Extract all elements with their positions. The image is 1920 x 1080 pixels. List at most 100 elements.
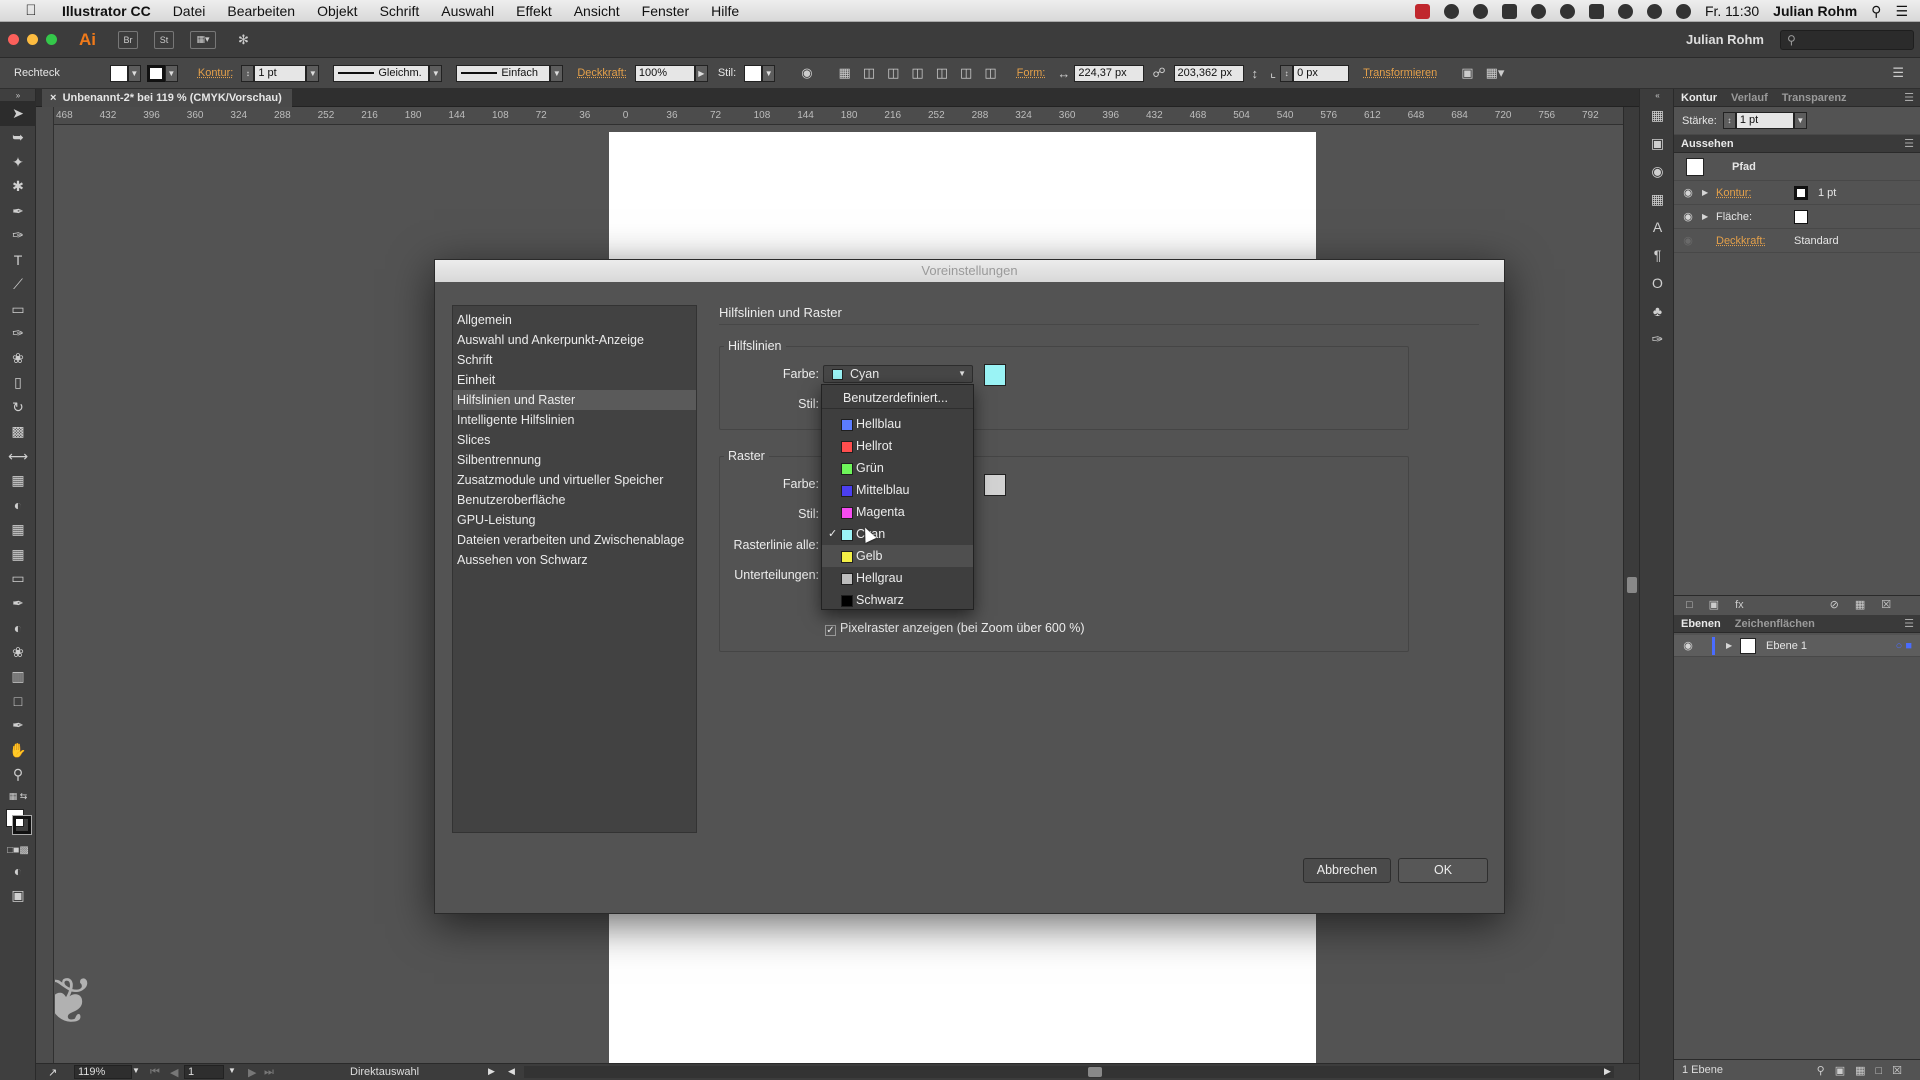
character-icon[interactable]: A bbox=[1640, 213, 1675, 241]
rectangle-tool-icon[interactable]: ▭ bbox=[0, 297, 36, 322]
appearance-fill-row[interactable]: ◉ ▶ Fläche: bbox=[1674, 205, 1920, 229]
properties-icon[interactable]: ▣ bbox=[1640, 129, 1675, 157]
default-colors-icon[interactable]: ▦ ⇆ bbox=[0, 787, 36, 805]
lasso-tool-icon[interactable]: ✱ bbox=[0, 175, 36, 200]
category-zusatzmodule[interactable]: Zusatzmodule und virtueller Speicher bbox=[453, 470, 696, 490]
align-left-icon[interactable]: ◫ bbox=[863, 65, 875, 81]
category-slices[interactable]: Slices bbox=[453, 430, 696, 450]
menu-schrift[interactable]: Schrift bbox=[369, 3, 431, 19]
vertical-scrollbar[interactable] bbox=[1623, 107, 1639, 1063]
gradient-tool-icon[interactable]: ▭ bbox=[0, 567, 36, 592]
menu-item-color[interactable]: Grün bbox=[822, 457, 973, 479]
brushes-icon[interactable]: ✑ bbox=[1640, 325, 1675, 353]
share-icon[interactable]: ↗ bbox=[48, 1066, 57, 1079]
category-einheit[interactable]: Einheit bbox=[453, 370, 696, 390]
paintbrush-tool-icon[interactable]: ✑ bbox=[0, 322, 36, 347]
zoom-tool-icon[interactable]: ⚲ bbox=[0, 763, 36, 788]
arrange-documents-icon[interactable]: ▦▾ bbox=[190, 30, 216, 49]
previous-artboard-button[interactable]: ◀ bbox=[170, 1066, 178, 1079]
artboard-tool-icon[interactable]: □ bbox=[0, 689, 36, 714]
width-field[interactable]: 224,37 px bbox=[1074, 64, 1145, 82]
guides-color-swatch[interactable] bbox=[984, 364, 1006, 386]
ok-button[interactable]: OK bbox=[1398, 858, 1488, 883]
align-center-icon[interactable]: ◫ bbox=[887, 65, 899, 81]
zoom-dropdown[interactable]: ▼ bbox=[132, 1066, 140, 1075]
width-tool-icon[interactable]: ⟷ bbox=[0, 444, 36, 469]
menu-bearbeiten[interactable]: Bearbeiten bbox=[216, 3, 306, 19]
eyedropper-tool-icon[interactable]: ✒ bbox=[0, 591, 36, 616]
menu-hilfe[interactable]: Hilfe bbox=[700, 3, 750, 19]
swatches-icon[interactable]: ▦ bbox=[1640, 185, 1675, 213]
appearance-deckkraft-label[interactable]: Deckkraft: bbox=[1716, 235, 1794, 247]
menu-item-color[interactable]: Gelb bbox=[822, 545, 973, 567]
stroke-swatch[interactable] bbox=[146, 64, 165, 82]
graphic-style-dropdown[interactable]: ▼ bbox=[762, 64, 776, 82]
artboard-bottom[interactable] bbox=[609, 913, 1316, 1063]
slice-tool-icon[interactable]: ✒ bbox=[0, 714, 36, 739]
category-silbentrennung[interactable]: Silbentrennung bbox=[453, 450, 696, 470]
dropbox-icon[interactable] bbox=[1501, 3, 1517, 19]
transform-link[interactable]: Transformieren bbox=[1363, 67, 1437, 79]
checkbox-tray-icon[interactable] bbox=[1588, 3, 1604, 19]
layers-menu-icon[interactable]: ☰ bbox=[1904, 617, 1914, 630]
recolor-artwork-icon[interactable]: ◉ bbox=[801, 65, 812, 81]
isolate-icon[interactable]: ▣ bbox=[1461, 65, 1473, 81]
staerke-dropdown[interactable]: ▼ bbox=[1793, 112, 1807, 129]
last-artboard-button[interactable]: ⏭ bbox=[264, 1066, 274, 1079]
layer-target-icon[interactable]: ○ ■ bbox=[1896, 640, 1912, 652]
tab-zeichenflaechen[interactable]: Zeichenflächen bbox=[1728, 618, 1822, 630]
opacity-field[interactable]: 100% bbox=[634, 64, 695, 82]
tools-collapse-icon[interactable]: » bbox=[0, 89, 36, 101]
control-bar-menu-icon[interactable]: ☰ bbox=[1892, 65, 1904, 81]
menu-item-color[interactable]: Mittelblau bbox=[822, 479, 973, 501]
visibility-eye-icon[interactable]: ◉ bbox=[1674, 234, 1702, 247]
bridge-button[interactable]: Br bbox=[118, 30, 138, 49]
rotate-tool-icon[interactable]: ↻ bbox=[0, 395, 36, 420]
opacity-dropdown[interactable]: ▶ bbox=[694, 64, 708, 82]
shaper-tool-icon[interactable]: ❀ bbox=[0, 346, 36, 371]
layer-name[interactable]: Ebene 1 bbox=[1766, 640, 1807, 652]
next-artboard-button[interactable]: ▶ bbox=[248, 1066, 256, 1079]
free-transform-tool-icon[interactable]: ▦ bbox=[0, 469, 36, 494]
horizontal-ruler[interactable]: 468 432 396 360 324 288 252 216 180 144 108 72 36 0 36… bbox=[54, 107, 1624, 125]
fill-dropdown[interactable]: ▼ bbox=[127, 64, 141, 82]
fill-stroke-indicator[interactable] bbox=[0, 805, 35, 841]
align-bottom-icon[interactable]: ◫ bbox=[984, 65, 996, 81]
stroke-panel-menu-icon[interactable]: ☰ bbox=[1904, 91, 1914, 104]
menu-fenster[interactable]: Fenster bbox=[631, 3, 700, 19]
height-field[interactable]: 203,362 px bbox=[1173, 64, 1244, 82]
tab-verlauf[interactable]: Verlauf bbox=[1724, 92, 1775, 104]
eraser-tool-icon[interactable]: ▯ bbox=[0, 371, 36, 396]
align-top-icon[interactable]: ◫ bbox=[936, 65, 948, 81]
appearance-menu-icon[interactable]: ☰ bbox=[1904, 137, 1914, 150]
graphic-style-swatch[interactable] bbox=[744, 64, 763, 82]
tab-aussehen[interactable]: Aussehen bbox=[1674, 138, 1741, 150]
eye-tray-icon[interactable] bbox=[1530, 3, 1546, 19]
adobe-cc-icon[interactable] bbox=[1414, 3, 1430, 19]
type-tool-icon[interactable]: T bbox=[0, 248, 36, 273]
spotlight-search-icon[interactable]: ⚲ bbox=[1871, 3, 1881, 20]
grid-color-swatch[interactable] bbox=[984, 474, 1006, 496]
status-menu-arrow[interactable]: ▶ bbox=[488, 1066, 495, 1077]
form-label[interactable]: Form: bbox=[1017, 67, 1046, 79]
category-gpu-leistung[interactable]: GPU-Leistung bbox=[453, 510, 696, 530]
user-menu[interactable]: Julian Rohm bbox=[1773, 3, 1857, 19]
pixel-grid-checkbox[interactable]: ✓ Pixelraster anzeigen (bei Zoom über 600… bbox=[825, 621, 1085, 636]
category-auswahl[interactable]: Auswahl und Ankerpunkt-Anzeige bbox=[453, 330, 696, 350]
scale-tool-icon[interactable]: ▩ bbox=[0, 420, 36, 445]
panel-collapse-icon[interactable]: « bbox=[1640, 89, 1675, 101]
clear-appearance-icon[interactable]: ⊘ bbox=[1830, 598, 1839, 611]
curvature-tool-icon[interactable]: ✑ bbox=[0, 224, 36, 249]
symbol-sprayer-tool-icon[interactable]: ❀ bbox=[0, 640, 36, 665]
time-machine-icon[interactable] bbox=[1617, 3, 1633, 19]
vertical-scroll-thumb[interactable] bbox=[1627, 577, 1637, 593]
corner-type-icon[interactable]: ⌞ bbox=[1270, 65, 1276, 81]
brush-dropdown[interactable]: ▼ bbox=[550, 64, 564, 82]
line-tool-icon[interactable]: ⟋ bbox=[0, 273, 36, 298]
expand-arrow-icon[interactable]: ▶ bbox=[1702, 188, 1716, 197]
vertical-ruler[interactable] bbox=[36, 107, 54, 1063]
notification-center-icon[interactable]: ☰ bbox=[1895, 3, 1908, 20]
stock-button[interactable]: St bbox=[154, 30, 174, 49]
clock[interactable]: Fr. 11:30 bbox=[1705, 3, 1759, 19]
visibility-eye-icon[interactable]: ◉ bbox=[1674, 186, 1702, 199]
